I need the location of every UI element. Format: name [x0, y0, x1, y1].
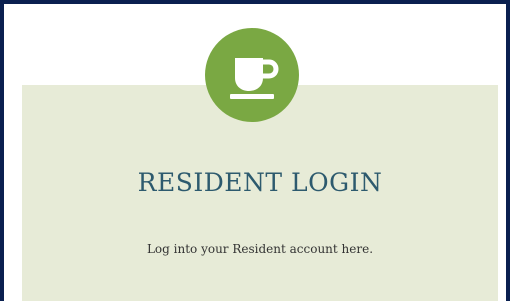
coffee-cup-icon: [230, 58, 279, 99]
login-panel[interactable]: RESIDENT LOGIN Log into your Resident ac…: [0, 0, 510, 301]
coffee-badge: [205, 28, 299, 122]
resident-login-description: Log into your Resident account here.: [146, 242, 374, 256]
resident-login-title: RESIDENT LOGIN: [137, 168, 383, 197]
